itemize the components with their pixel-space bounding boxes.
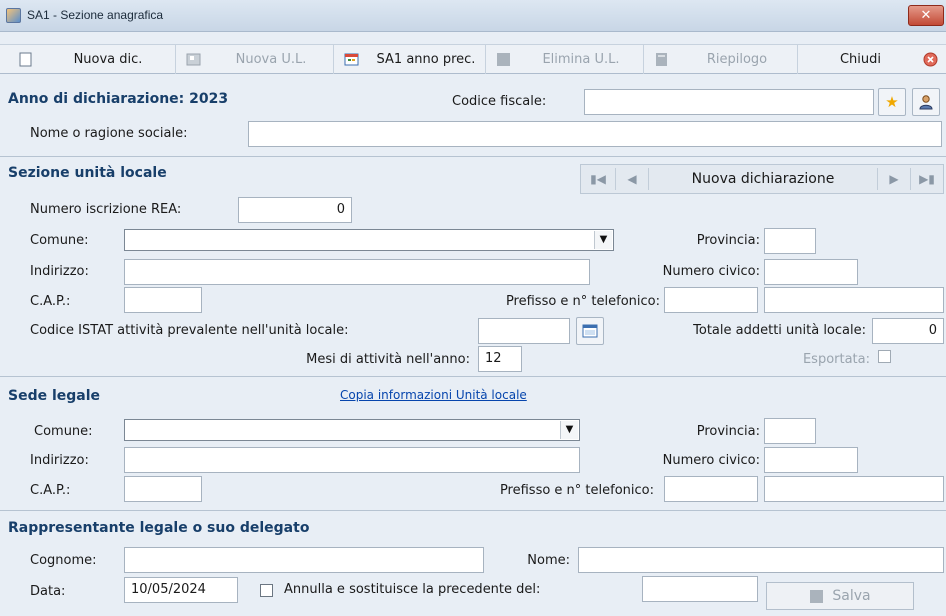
close-form-label: Chiudi — [839, 51, 882, 67]
nav-status-label: Nuova dichiarazione — [691, 171, 835, 187]
annulla-date-input[interactable] — [642, 576, 758, 602]
new-unit-button[interactable]: Nuova U.L. — [176, 44, 334, 74]
new-declaration-label: Nuova dic. — [73, 51, 143, 67]
delete-unit-label: Elimina U.L. — [542, 51, 620, 67]
window-title: SA1 - Sezione anagrafica — [27, 8, 164, 22]
data-input[interactable]: 10/05/2024 — [124, 577, 238, 603]
representative-title: Rappresentante legale o suo delegato — [8, 520, 310, 536]
app-icon — [6, 8, 21, 23]
data-label: Data: — [30, 584, 66, 599]
sl-civico-input[interactable] — [764, 447, 858, 473]
person-lookup-button[interactable] — [912, 88, 940, 116]
sa1-previous-year-button[interactable]: SA1 anno prec. — [334, 44, 486, 74]
sl-provincia-label: Provincia: — [696, 424, 760, 439]
annulla-checkbox[interactable] — [260, 584, 273, 597]
istat-input[interactable] — [478, 318, 570, 344]
ul-cap-input[interactable] — [124, 287, 202, 313]
sl-indirizzo-input[interactable] — [124, 447, 580, 473]
ul-provincia-input[interactable] — [764, 228, 816, 254]
summary-icon — [656, 52, 667, 66]
ul-telefono-input[interactable] — [764, 287, 944, 313]
close-form-button[interactable]: Chiudi — [798, 44, 944, 74]
mesi-label: Mesi di attività nell'anno: — [306, 352, 470, 367]
nav-last-button[interactable]: ▶▮ — [911, 165, 943, 193]
sl-comune-label: Comune: — [34, 424, 93, 439]
annulla-label: Annulla e sostituisce la precedente del: — [284, 582, 541, 597]
addetti-label: Totale addetti unità locale: — [693, 323, 866, 338]
new-unit-icon — [186, 53, 201, 65]
sa1-previous-year-label: SA1 anno prec. — [376, 51, 476, 67]
istat-lookup-button[interactable] — [576, 317, 604, 345]
sl-civico-label: Numero civico: — [662, 453, 760, 468]
calendar-icon — [344, 53, 359, 65]
first-record-icon: ▮◀ — [590, 172, 606, 186]
sl-comune-select[interactable]: ▼ — [124, 419, 580, 441]
business-name-label: Nome o ragione sociale: — [30, 126, 188, 141]
business-name-input[interactable] — [248, 121, 942, 147]
window-close-button[interactable]: ✕ — [908, 5, 944, 26]
fiscal-code-input[interactable] — [584, 89, 874, 115]
nome-input[interactable] — [578, 547, 944, 573]
sl-cap-label: C.A.P.: — [30, 483, 71, 498]
nome-label: Nome: — [527, 553, 570, 568]
save-disk-icon — [810, 589, 824, 603]
star-icon: ★ — [885, 93, 899, 111]
ul-cap-label: C.A.P.: — [30, 294, 71, 309]
person-icon — [919, 95, 933, 110]
new-declaration-button[interactable]: Nuova dic. — [8, 44, 176, 74]
ul-civico-label: Numero civico: — [662, 264, 760, 279]
new-unit-label: Nuova U.L. — [235, 51, 307, 67]
list-window-icon — [582, 324, 598, 338]
chevron-down-icon: ▼ — [560, 421, 578, 439]
new-document-icon — [19, 52, 32, 66]
esportata-checkbox[interactable] — [878, 350, 891, 363]
ul-civico-input[interactable] — [764, 259, 858, 285]
fiscal-code-label: Codice fiscale: — [452, 94, 547, 109]
nav-first-button[interactable]: ▮◀ — [581, 165, 615, 193]
copy-local-unit-link[interactable]: Copia informazioni Unità locale — [340, 388, 527, 402]
sl-telefono-input[interactable] — [764, 476, 944, 502]
sl-cap-input[interactable] — [124, 476, 202, 502]
sl-prefisso-input[interactable] — [664, 476, 758, 502]
cognome-input[interactable] — [124, 547, 484, 573]
sl-telefono-label: Prefisso e n° telefonico: — [499, 483, 654, 498]
ul-prefisso-input[interactable] — [664, 287, 758, 313]
mesi-input[interactable]: 12 — [478, 346, 522, 372]
nav-prev-button[interactable]: ◀ — [616, 165, 648, 193]
delete-icon — [497, 52, 510, 66]
title-bar: SA1 - Sezione anagrafica ✕ — [0, 0, 946, 32]
cognome-label: Cognome: — [30, 553, 97, 568]
rea-input[interactable]: 0 — [238, 197, 352, 223]
ul-comune-select[interactable]: ▼ — [124, 229, 614, 251]
summary-button[interactable]: Riepilogo — [644, 44, 798, 74]
addetti-input[interactable]: 0 — [872, 318, 944, 344]
prev-record-icon: ◀ — [627, 172, 637, 186]
ul-comune-label: Comune: — [30, 233, 89, 248]
chevron-down-icon: ▼ — [594, 231, 612, 249]
close-circle-icon — [923, 52, 938, 66]
ul-indirizzo-label: Indirizzo: — [30, 264, 89, 279]
nav-next-button[interactable]: ▶ — [878, 165, 910, 193]
declaration-year-label: Anno di dichiarazione: 2023 — [8, 91, 229, 107]
ul-provincia-label: Provincia: — [696, 233, 760, 248]
ul-indirizzo-input[interactable] — [124, 259, 590, 285]
save-button[interactable]: Salva — [766, 582, 914, 610]
next-record-icon: ▶ — [889, 172, 899, 186]
rea-label: Numero iscrizione REA: — [30, 202, 182, 217]
save-label: Salva — [832, 588, 871, 604]
istat-label: Codice ISTAT attività prevalente nell'un… — [30, 323, 349, 338]
esportata-label: Esportata: — [802, 352, 870, 367]
legal-seat-title: Sede legale — [8, 388, 101, 404]
local-unit-title: Sezione unità locale — [8, 165, 167, 181]
ul-telefono-label: Prefisso e n° telefonico: — [505, 294, 660, 309]
sl-indirizzo-label: Indirizzo: — [30, 453, 89, 468]
last-record-icon: ▶▮ — [919, 172, 935, 186]
summary-label: Riepilogo — [706, 51, 768, 67]
sl-provincia-input[interactable] — [764, 418, 816, 444]
favorite-star-button[interactable]: ★ — [878, 88, 906, 116]
record-navigator: ▮◀ ◀ Nuova dichiarazione ▶ ▶▮ — [580, 164, 944, 194]
delete-unit-button[interactable]: Elimina U.L. — [486, 44, 644, 74]
